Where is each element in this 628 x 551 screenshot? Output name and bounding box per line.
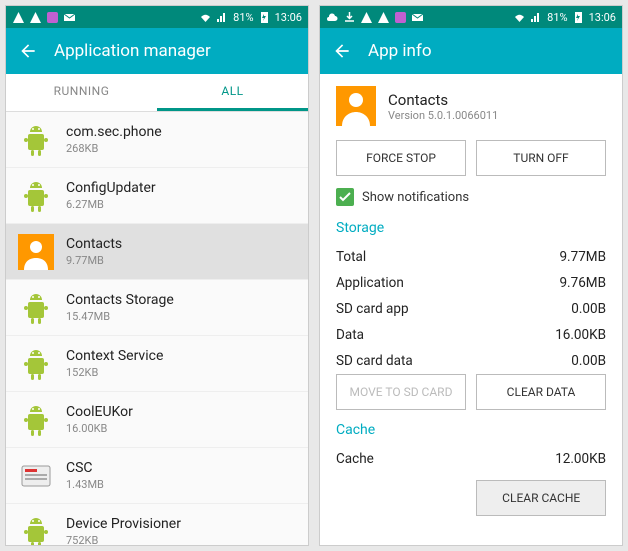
app-name: Contacts: [388, 91, 498, 109]
application-value: 9.76MB: [559, 275, 606, 291]
cloud-icon: [326, 11, 339, 24]
battery-pct: 81%: [547, 11, 567, 24]
back-icon[interactable]: [332, 41, 352, 61]
warning-icon: [12, 11, 25, 24]
app-size: 268KB: [66, 142, 162, 155]
app-name: CSC: [66, 460, 104, 476]
page-title: App info: [368, 41, 432, 61]
status-bar: 81% 13:06: [6, 6, 308, 28]
signal-icon: [216, 11, 229, 24]
wifi-icon: [513, 11, 526, 24]
mail-icon: [411, 11, 424, 24]
android-icon: [18, 402, 54, 438]
mail-icon: [63, 11, 76, 24]
app-size: 16.00KB: [66, 422, 133, 435]
clear-cache-button[interactable]: CLEAR CACHE: [476, 480, 606, 516]
app-name: Context Service: [66, 348, 163, 364]
warning-icon: [377, 11, 390, 24]
data-label: Data: [336, 327, 364, 343]
status-bar: 81% 13:06: [320, 6, 622, 28]
tab-running[interactable]: RUNNING: [6, 74, 157, 111]
move-to-sd-button: MOVE TO SD CARD: [336, 374, 466, 410]
cache-value: 12.00KB: [555, 451, 606, 467]
app-size: 752KB: [66, 534, 181, 545]
app-size: 152KB: [66, 366, 163, 379]
app-size: 1.43MB: [66, 478, 104, 491]
contacts-icon: [336, 86, 376, 126]
clock: 13:06: [589, 11, 616, 24]
app-row[interactable]: com.sec.phone 268KB: [6, 112, 308, 168]
sd-app-value: 0.00B: [571, 301, 606, 317]
android-icon: [18, 122, 54, 158]
app-size: 15.47MB: [66, 310, 174, 323]
contacts-icon: [18, 234, 54, 270]
download-icon: [343, 11, 356, 24]
app-icon: [394, 11, 407, 24]
app-name: CoolEUKor: [66, 404, 133, 420]
app-bar: Application manager: [6, 28, 308, 74]
app-list[interactable]: com.sec.phone268KBConfigUpdater6.27MBCon…: [6, 112, 308, 545]
application-label: Application: [336, 275, 404, 291]
battery-pct: 81%: [233, 11, 253, 24]
csc-icon: [18, 458, 54, 494]
sd-data-value: 0.00B: [571, 353, 606, 369]
app-name: com.sec.phone: [66, 124, 162, 140]
app-manager-screen: 81% 13:06 Application manager RUNNING AL…: [5, 5, 309, 546]
force-stop-button[interactable]: FORCE STOP: [336, 140, 466, 176]
total-label: Total: [336, 249, 366, 265]
warning-icon: [360, 11, 373, 24]
app-size: 6.27MB: [66, 198, 156, 211]
app-name: Device Provisioner: [66, 516, 181, 532]
clock: 13:06: [275, 11, 302, 24]
back-icon[interactable]: [18, 41, 38, 61]
android-icon: [18, 514, 54, 546]
app-row[interactable]: Context Service 152KB: [6, 336, 308, 392]
app-row[interactable]: CoolEUKor 16.00KB: [6, 392, 308, 448]
app-name: Contacts Storage: [66, 292, 174, 308]
sd-data-label: SD card data: [336, 353, 413, 369]
app-row[interactable]: Device Provisioner 752KB: [6, 504, 308, 545]
tab-all[interactable]: ALL: [157, 74, 308, 111]
app-name: ConfigUpdater: [66, 180, 156, 196]
tabs: RUNNING ALL: [6, 74, 308, 112]
cache-section-title: Cache: [336, 422, 606, 438]
clear-data-button[interactable]: CLEAR DATA: [476, 374, 606, 410]
turn-off-button[interactable]: TURN OFF: [476, 140, 606, 176]
app-header: Contacts Version 5.0.1.0066011: [336, 86, 606, 126]
info-body: Contacts Version 5.0.1.0066011 FORCE STO…: [320, 74, 622, 545]
app-row[interactable]: ConfigUpdater 6.27MB: [6, 168, 308, 224]
app-size: 9.77MB: [66, 254, 122, 267]
app-info-screen: 81% 13:06 App info Contacts Version 5.0.…: [319, 5, 623, 546]
app-bar: App info: [320, 28, 622, 74]
app-row[interactable]: Contacts Storage 15.47MB: [6, 280, 308, 336]
android-icon: [18, 290, 54, 326]
app-name: Contacts: [66, 236, 122, 252]
battery-icon: [258, 11, 271, 24]
android-icon: [18, 346, 54, 382]
cache-label: Cache: [336, 451, 374, 467]
data-value: 16.00KB: [555, 327, 606, 343]
total-value: 9.77MB: [559, 249, 606, 265]
warning-icon: [29, 11, 42, 24]
show-notifications-label: Show notifications: [362, 190, 469, 205]
sd-app-label: SD card app: [336, 301, 409, 317]
app-icon: [46, 11, 59, 24]
wifi-icon: [199, 11, 212, 24]
battery-icon: [572, 11, 585, 24]
storage-section-title: Storage: [336, 220, 606, 236]
checkbox-checked-icon: [336, 188, 354, 206]
show-notifications-checkbox[interactable]: Show notifications: [336, 188, 606, 206]
signal-icon: [530, 11, 543, 24]
app-row[interactable]: CSC 1.43MB: [6, 448, 308, 504]
page-title: Application manager: [54, 41, 211, 61]
android-icon: [18, 178, 54, 214]
app-version: Version 5.0.1.0066011: [388, 109, 498, 122]
app-row[interactable]: Contacts 9.77MB: [6, 224, 308, 280]
